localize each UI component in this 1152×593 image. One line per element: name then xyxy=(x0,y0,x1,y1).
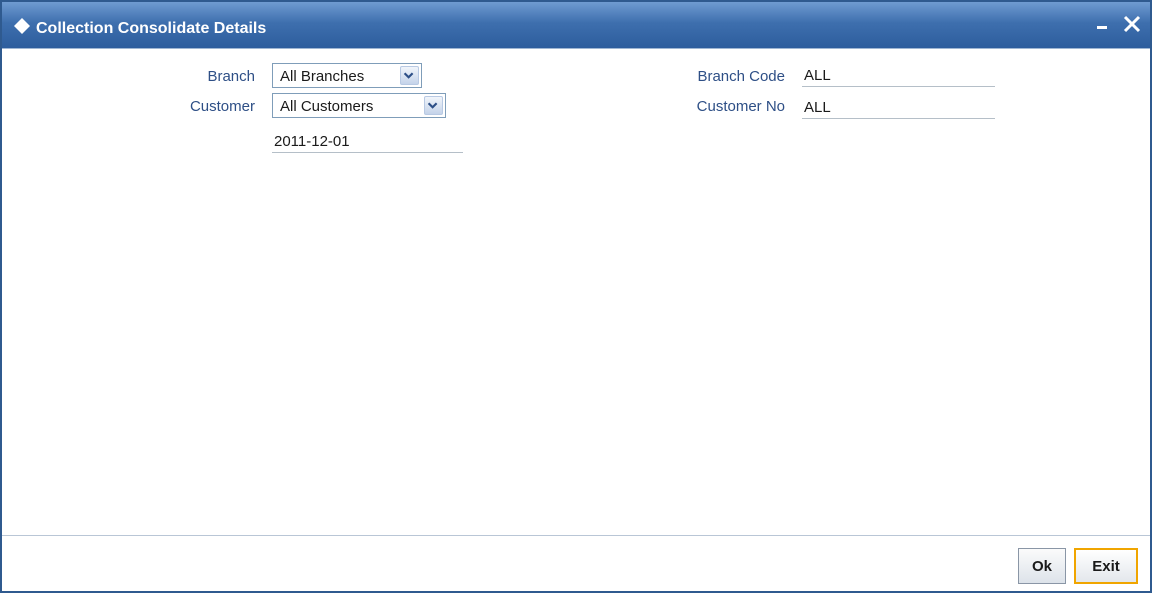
close-button[interactable] xyxy=(1120,12,1144,36)
customer-label: Customer xyxy=(189,98,255,115)
date-field-value: 2011-12-01 xyxy=(274,133,350,150)
branch-select[interactable]: All Branches xyxy=(272,63,422,88)
window-title: Collection Consolidate Details xyxy=(36,20,267,37)
customer-select-value: All Customers xyxy=(280,98,374,115)
ok-button[interactable]: Ok xyxy=(1018,548,1066,584)
branch-select-value: All Branches xyxy=(280,68,365,85)
branch-code-label: Branch Code xyxy=(697,68,785,85)
collection-consolidate-window: Collection Consolidate Details Branch Al… xyxy=(0,0,1152,593)
button-bar: Ok Exit xyxy=(2,535,1150,591)
form-area: Branch All Branches Customer All Custome… xyxy=(2,48,1150,591)
exit-button[interactable]: Exit xyxy=(1074,548,1138,584)
branch-label: Branch xyxy=(207,68,255,85)
branch-code-field[interactable]: ALL xyxy=(802,63,995,87)
date-field[interactable]: 2011-12-01 xyxy=(272,129,463,153)
chevron-down-icon[interactable] xyxy=(424,96,443,115)
window-titlebar[interactable]: Collection Consolidate Details xyxy=(2,2,1150,48)
branch-code-value: ALL xyxy=(804,67,831,84)
customer-select[interactable]: All Customers xyxy=(272,93,446,118)
customer-no-field[interactable]: ALL xyxy=(802,95,995,119)
diamond-icon xyxy=(14,18,30,34)
customer-no-value: ALL xyxy=(804,99,831,116)
minimize-icon xyxy=(1097,26,1107,29)
minimize-button[interactable] xyxy=(1092,12,1116,36)
customer-no-label: Customer No xyxy=(696,98,785,115)
close-icon xyxy=(1123,15,1141,33)
chevron-down-icon[interactable] xyxy=(400,66,419,85)
